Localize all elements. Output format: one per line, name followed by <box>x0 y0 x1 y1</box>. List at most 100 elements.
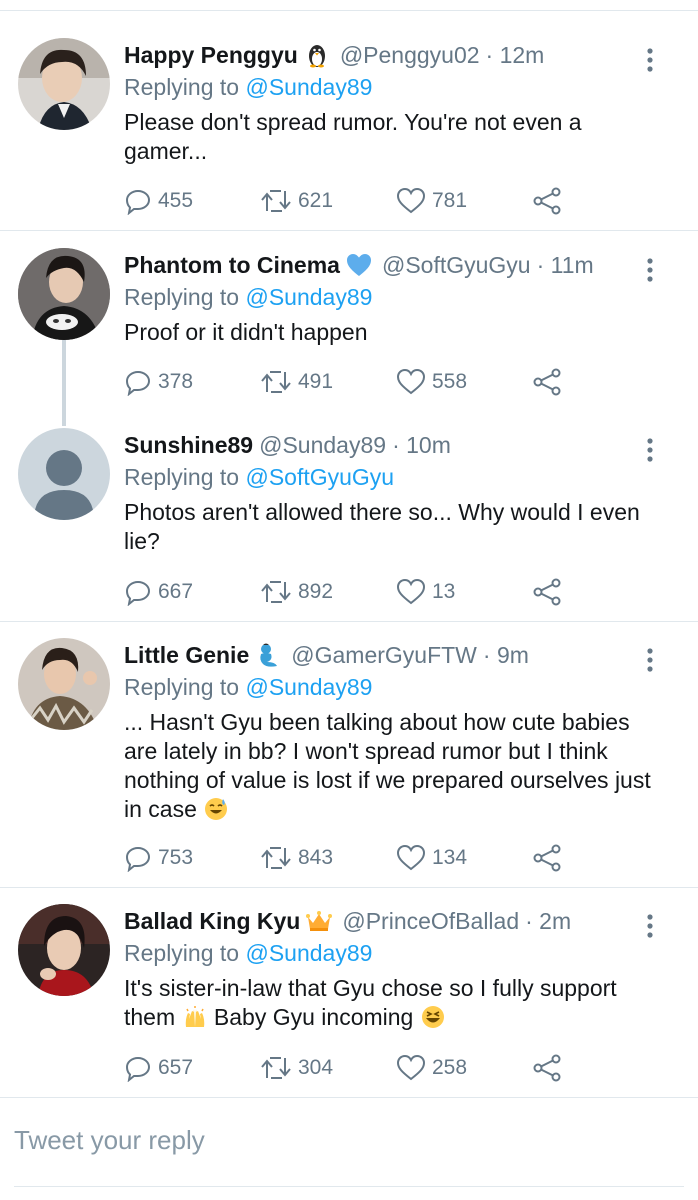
mention-link[interactable]: @Sunday89 <box>245 74 372 100</box>
mention-link[interactable]: @Sunday89 <box>245 940 372 966</box>
replying-prefix: Replying to <box>124 464 240 490</box>
replying-to: Replying to @Sunday89 <box>124 280 372 314</box>
like-button[interactable]: 558 <box>396 364 467 400</box>
retweet-icon <box>261 581 291 603</box>
like-count: 13 <box>432 580 456 603</box>
retweet-icon <box>261 190 291 212</box>
tweet-actions: 667 892 13 <box>124 574 584 610</box>
tweet-3[interactable]: Sunshine89 @Sunday89 · 10m Replying to @… <box>0 428 698 608</box>
share-icon <box>533 368 561 396</box>
mention-link[interactable]: @SoftGyuGyu <box>245 464 394 490</box>
share-button[interactable] <box>532 183 568 219</box>
reply-underline <box>14 1186 684 1187</box>
display-name[interactable]: Happy Penggyu <box>124 38 298 72</box>
reply-button[interactable]: 455 <box>124 183 193 219</box>
more-options-icon[interactable] <box>640 436 660 464</box>
retweet-button[interactable]: 491 <box>260 364 333 400</box>
handle[interactable]: @PrinceOfBallad <box>342 904 519 938</box>
handle[interactable]: @GamerGyuFTW <box>291 638 477 672</box>
crown-emoji-icon <box>306 908 333 934</box>
more-options-icon[interactable] <box>640 912 660 940</box>
like-count: 134 <box>432 846 468 869</box>
share-button[interactable] <box>532 840 568 876</box>
default-avatar[interactable] <box>18 428 110 520</box>
share-icon <box>533 578 561 606</box>
tweet-header: Little Genie @GamerGyuFTW · 9m <box>124 638 529 672</box>
mention-link[interactable]: @Sunday89 <box>245 284 372 310</box>
avatar[interactable] <box>18 248 110 340</box>
reply-button[interactable]: 378 <box>124 364 193 400</box>
share-button[interactable] <box>532 574 568 610</box>
more-options-icon[interactable] <box>640 46 660 74</box>
reply-count: 753 <box>158 846 194 869</box>
handle[interactable]: @Sunday89 <box>259 428 386 462</box>
display-name[interactable]: Ballad King Kyu <box>124 904 300 938</box>
mention-link[interactable]: @Sunday89 <box>245 674 372 700</box>
display-name[interactable]: Little Genie <box>124 638 249 672</box>
replying-to: Replying to @SoftGyuGyu <box>124 460 394 494</box>
share-icon <box>533 844 561 872</box>
avatar[interactable] <box>18 638 110 730</box>
timestamp[interactable]: · 10m <box>392 428 451 462</box>
like-button[interactable]: 258 <box>396 1050 467 1086</box>
tweet-text-part2: Baby Gyu incoming <box>213 1004 414 1030</box>
timestamp[interactable]: · 11m <box>537 248 594 282</box>
retweet-button[interactable]: 843 <box>260 840 333 876</box>
avatar[interactable] <box>18 904 110 996</box>
replying-to: Replying to @Sunday89 <box>124 936 372 970</box>
like-button[interactable]: 13 <box>396 574 455 610</box>
retweet-button[interactable]: 304 <box>260 1050 333 1086</box>
penguin-emoji-icon <box>304 42 330 68</box>
heart-icon <box>396 578 426 605</box>
reply-button[interactable]: 753 <box>124 840 193 876</box>
tweet-actions: 753 843 134 <box>124 840 584 876</box>
raising-hands-emoji-icon <box>183 1005 207 1029</box>
heart-icon <box>396 187 426 214</box>
retweet-button[interactable]: 621 <box>260 183 333 219</box>
reply-composer <box>0 1098 698 1186</box>
like-button[interactable]: 781 <box>396 183 467 219</box>
display-name[interactable]: Phantom to Cinema <box>124 248 340 282</box>
tweet-reply-input[interactable] <box>14 1118 674 1162</box>
reply-icon <box>125 370 151 396</box>
retweet-count: 892 <box>298 580 334 603</box>
share-button[interactable] <box>532 364 568 400</box>
tweet-text: ... Hasn't Gyu been talking about how cu… <box>124 708 664 824</box>
like-count: 558 <box>432 370 468 393</box>
more-options-icon[interactable] <box>640 646 660 674</box>
timestamp[interactable]: · 9m <box>483 638 529 672</box>
replying-prefix: Replying to <box>124 284 240 310</box>
heart-icon <box>396 1054 426 1081</box>
handle[interactable]: @SoftGyuGyu <box>382 248 531 282</box>
timestamp[interactable]: · 2m <box>525 904 571 938</box>
reply-count: 667 <box>158 580 194 603</box>
display-name[interactable]: Sunshine89 <box>124 428 253 462</box>
tweet-divider <box>0 887 698 888</box>
reply-icon <box>125 1056 151 1082</box>
top-divider <box>0 10 698 11</box>
tweet-text: Please don't spread rumor. You're not ev… <box>124 109 582 164</box>
retweet-button[interactable]: 892 <box>260 574 333 610</box>
tweet-header: Ballad King Kyu @PrinceOfBallad · 2m <box>124 904 571 938</box>
replying-prefix: Replying to <box>124 674 240 700</box>
reply-button[interactable]: 667 <box>124 574 193 610</box>
tweet-4[interactable]: Little Genie @GamerGyuFTW · 9m Replying … <box>0 638 698 876</box>
retweet-count: 621 <box>298 189 334 212</box>
tweet-header: Sunshine89 @Sunday89 · 10m <box>124 428 451 462</box>
more-options-icon[interactable] <box>640 256 660 284</box>
avatar[interactable] <box>18 38 110 130</box>
replying-prefix: Replying to <box>124 74 240 100</box>
tweet-actions: 455 621 781 <box>124 183 584 219</box>
share-button[interactable] <box>532 1050 568 1086</box>
reply-count: 455 <box>158 189 194 212</box>
tweet-1[interactable]: Happy Penggyu @Penggyu02 · 12m Replying … <box>0 38 698 228</box>
like-button[interactable]: 134 <box>396 840 467 876</box>
reply-count: 378 <box>158 370 194 393</box>
tweet-5[interactable]: Ballad King Kyu @PrinceOfBallad · 2m Rep… <box>0 904 698 1084</box>
timestamp[interactable]: · 12m <box>486 38 545 72</box>
reply-button[interactable]: 657 <box>124 1050 193 1086</box>
handle[interactable]: @Penggyu02 <box>340 38 480 72</box>
tweet-2[interactable]: Phantom to Cinema @SoftGyuGyu · 11m Repl… <box>0 248 698 418</box>
replying-to: Replying to @Sunday89 <box>124 670 372 704</box>
replying-prefix: Replying to <box>124 940 240 966</box>
